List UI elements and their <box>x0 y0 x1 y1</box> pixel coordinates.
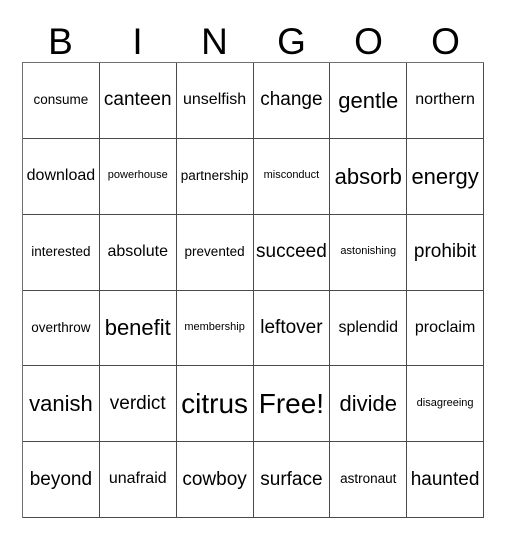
bingo-cell-label: cowboy <box>182 468 247 490</box>
bingo-cell-label: absolute <box>107 242 168 260</box>
bingo-cell-label: canteen <box>103 89 172 111</box>
bingo-cell[interactable]: disagreeing <box>407 366 484 443</box>
bingo-cell-label: proclaim <box>414 318 476 336</box>
bingo-cell[interactable]: download <box>23 138 100 215</box>
bingo-cell-label: northern <box>415 91 475 109</box>
bingo-cell-label: splendid <box>338 318 399 336</box>
bingo-cell-label: astronaut <box>340 471 397 487</box>
bingo-cell[interactable]: benefit <box>99 290 177 367</box>
bingo-header-letter-0: B <box>48 21 73 62</box>
bingo-cell-label: divide <box>339 391 397 417</box>
bingo-cell[interactable]: astronaut <box>330 442 408 518</box>
bingo-header-letter-4: O <box>354 21 383 62</box>
bingo-cell[interactable]: northern <box>407 63 484 139</box>
bingo-cell[interactable]: verdict <box>99 366 177 443</box>
bingo-cell[interactable]: beyond <box>23 442 100 518</box>
bingo-card: B I N G O O consume canteen unselfish change gent… <box>0 0 506 544</box>
bingo-cell[interactable]: succeed <box>253 214 331 291</box>
bingo-cell-label: verdict <box>109 392 166 414</box>
bingo-cell-label: prohibit <box>413 241 477 263</box>
bingo-cell-label: gentle <box>338 87 399 113</box>
bingo-cell-label: absorb <box>334 163 402 189</box>
bingo-cell[interactable]: membership <box>176 290 254 367</box>
bingo-header: BINGOO <box>22 14 484 62</box>
bingo-cell-label: partnership <box>180 168 249 184</box>
bingo-header-letter-5: O <box>431 21 460 62</box>
bingo-cell[interactable]: citrus <box>176 366 254 443</box>
bingo-header-letter-1: I <box>132 21 143 62</box>
bingo-cell[interactable]: proclaim <box>407 290 484 367</box>
bingo-cell[interactable]: astonishing <box>330 214 408 291</box>
bingo-free-space[interactable]: Free! <box>253 366 331 443</box>
bingo-cell[interactable]: prohibit <box>407 214 484 291</box>
bingo-cell-label: surface <box>260 468 323 490</box>
bingo-cell-label: citrus <box>181 388 249 420</box>
bingo-cell[interactable]: surface <box>253 442 331 518</box>
bingo-header-letter-2: N <box>201 21 228 62</box>
bingo-cell[interactable]: overthrow <box>23 290 100 367</box>
bingo-cell-label: prevented <box>184 243 245 259</box>
bingo-cell[interactable]: partnership <box>176 138 254 215</box>
bingo-cell[interactable]: splendid <box>330 290 408 367</box>
bingo-cell-label: leftover <box>260 316 323 338</box>
bingo-cell-label: consume <box>33 92 89 108</box>
bingo-cell[interactable]: unselfish <box>176 63 254 139</box>
bingo-cell[interactable]: consume <box>23 63 100 139</box>
bingo-cell-label: interested <box>31 243 91 259</box>
bingo-cell[interactable]: canteen <box>99 63 177 139</box>
bingo-cell[interactable]: unafraid <box>99 442 177 518</box>
bingo-cell-label: download <box>26 166 96 184</box>
bingo-cell[interactable]: vanish <box>23 366 100 443</box>
bingo-header-letter-3: G <box>277 21 306 62</box>
bingo-cell[interactable]: cowboy <box>176 442 254 518</box>
bingo-grid: consume canteen unselfish change gentle north… <box>22 62 484 518</box>
bingo-cell[interactable]: absolute <box>99 214 177 291</box>
bingo-cell-label: Free! <box>258 388 325 420</box>
bingo-cell-label: powerhouse <box>107 169 168 182</box>
bingo-cell-label: benefit <box>104 315 171 341</box>
bingo-cell-label: astonishing <box>340 245 397 258</box>
bingo-cell[interactable]: haunted <box>407 442 484 518</box>
bingo-cell-label: unafraid <box>108 470 167 488</box>
bingo-cell-label: misconduct <box>263 169 320 182</box>
bingo-cell-label: beyond <box>29 468 93 490</box>
bingo-cell[interactable]: absorb <box>330 138 408 215</box>
bingo-cell[interactable]: gentle <box>330 63 408 139</box>
bingo-cell[interactable]: misconduct <box>253 138 331 215</box>
bingo-cell[interactable]: divide <box>330 366 408 443</box>
bingo-cell[interactable]: powerhouse <box>99 138 177 215</box>
bingo-cell[interactable]: energy <box>407 138 484 215</box>
bingo-cell-label: vanish <box>29 391 93 417</box>
bingo-cell-label: overthrow <box>31 319 91 335</box>
bingo-cell-label: energy <box>411 163 479 189</box>
bingo-cell-label: change <box>260 89 323 111</box>
bingo-cell[interactable]: leftover <box>253 290 331 367</box>
bingo-cell-label: succeed <box>256 241 327 263</box>
bingo-cell-label: disagreeing <box>416 396 474 409</box>
bingo-cell[interactable]: prevented <box>176 214 254 291</box>
bingo-cell-label: haunted <box>410 468 480 490</box>
bingo-cell-label: membership <box>184 321 245 334</box>
bingo-cell[interactable]: interested <box>23 214 100 291</box>
bingo-cell[interactable]: change <box>253 63 331 139</box>
bingo-cell-label: unselfish <box>183 91 247 109</box>
